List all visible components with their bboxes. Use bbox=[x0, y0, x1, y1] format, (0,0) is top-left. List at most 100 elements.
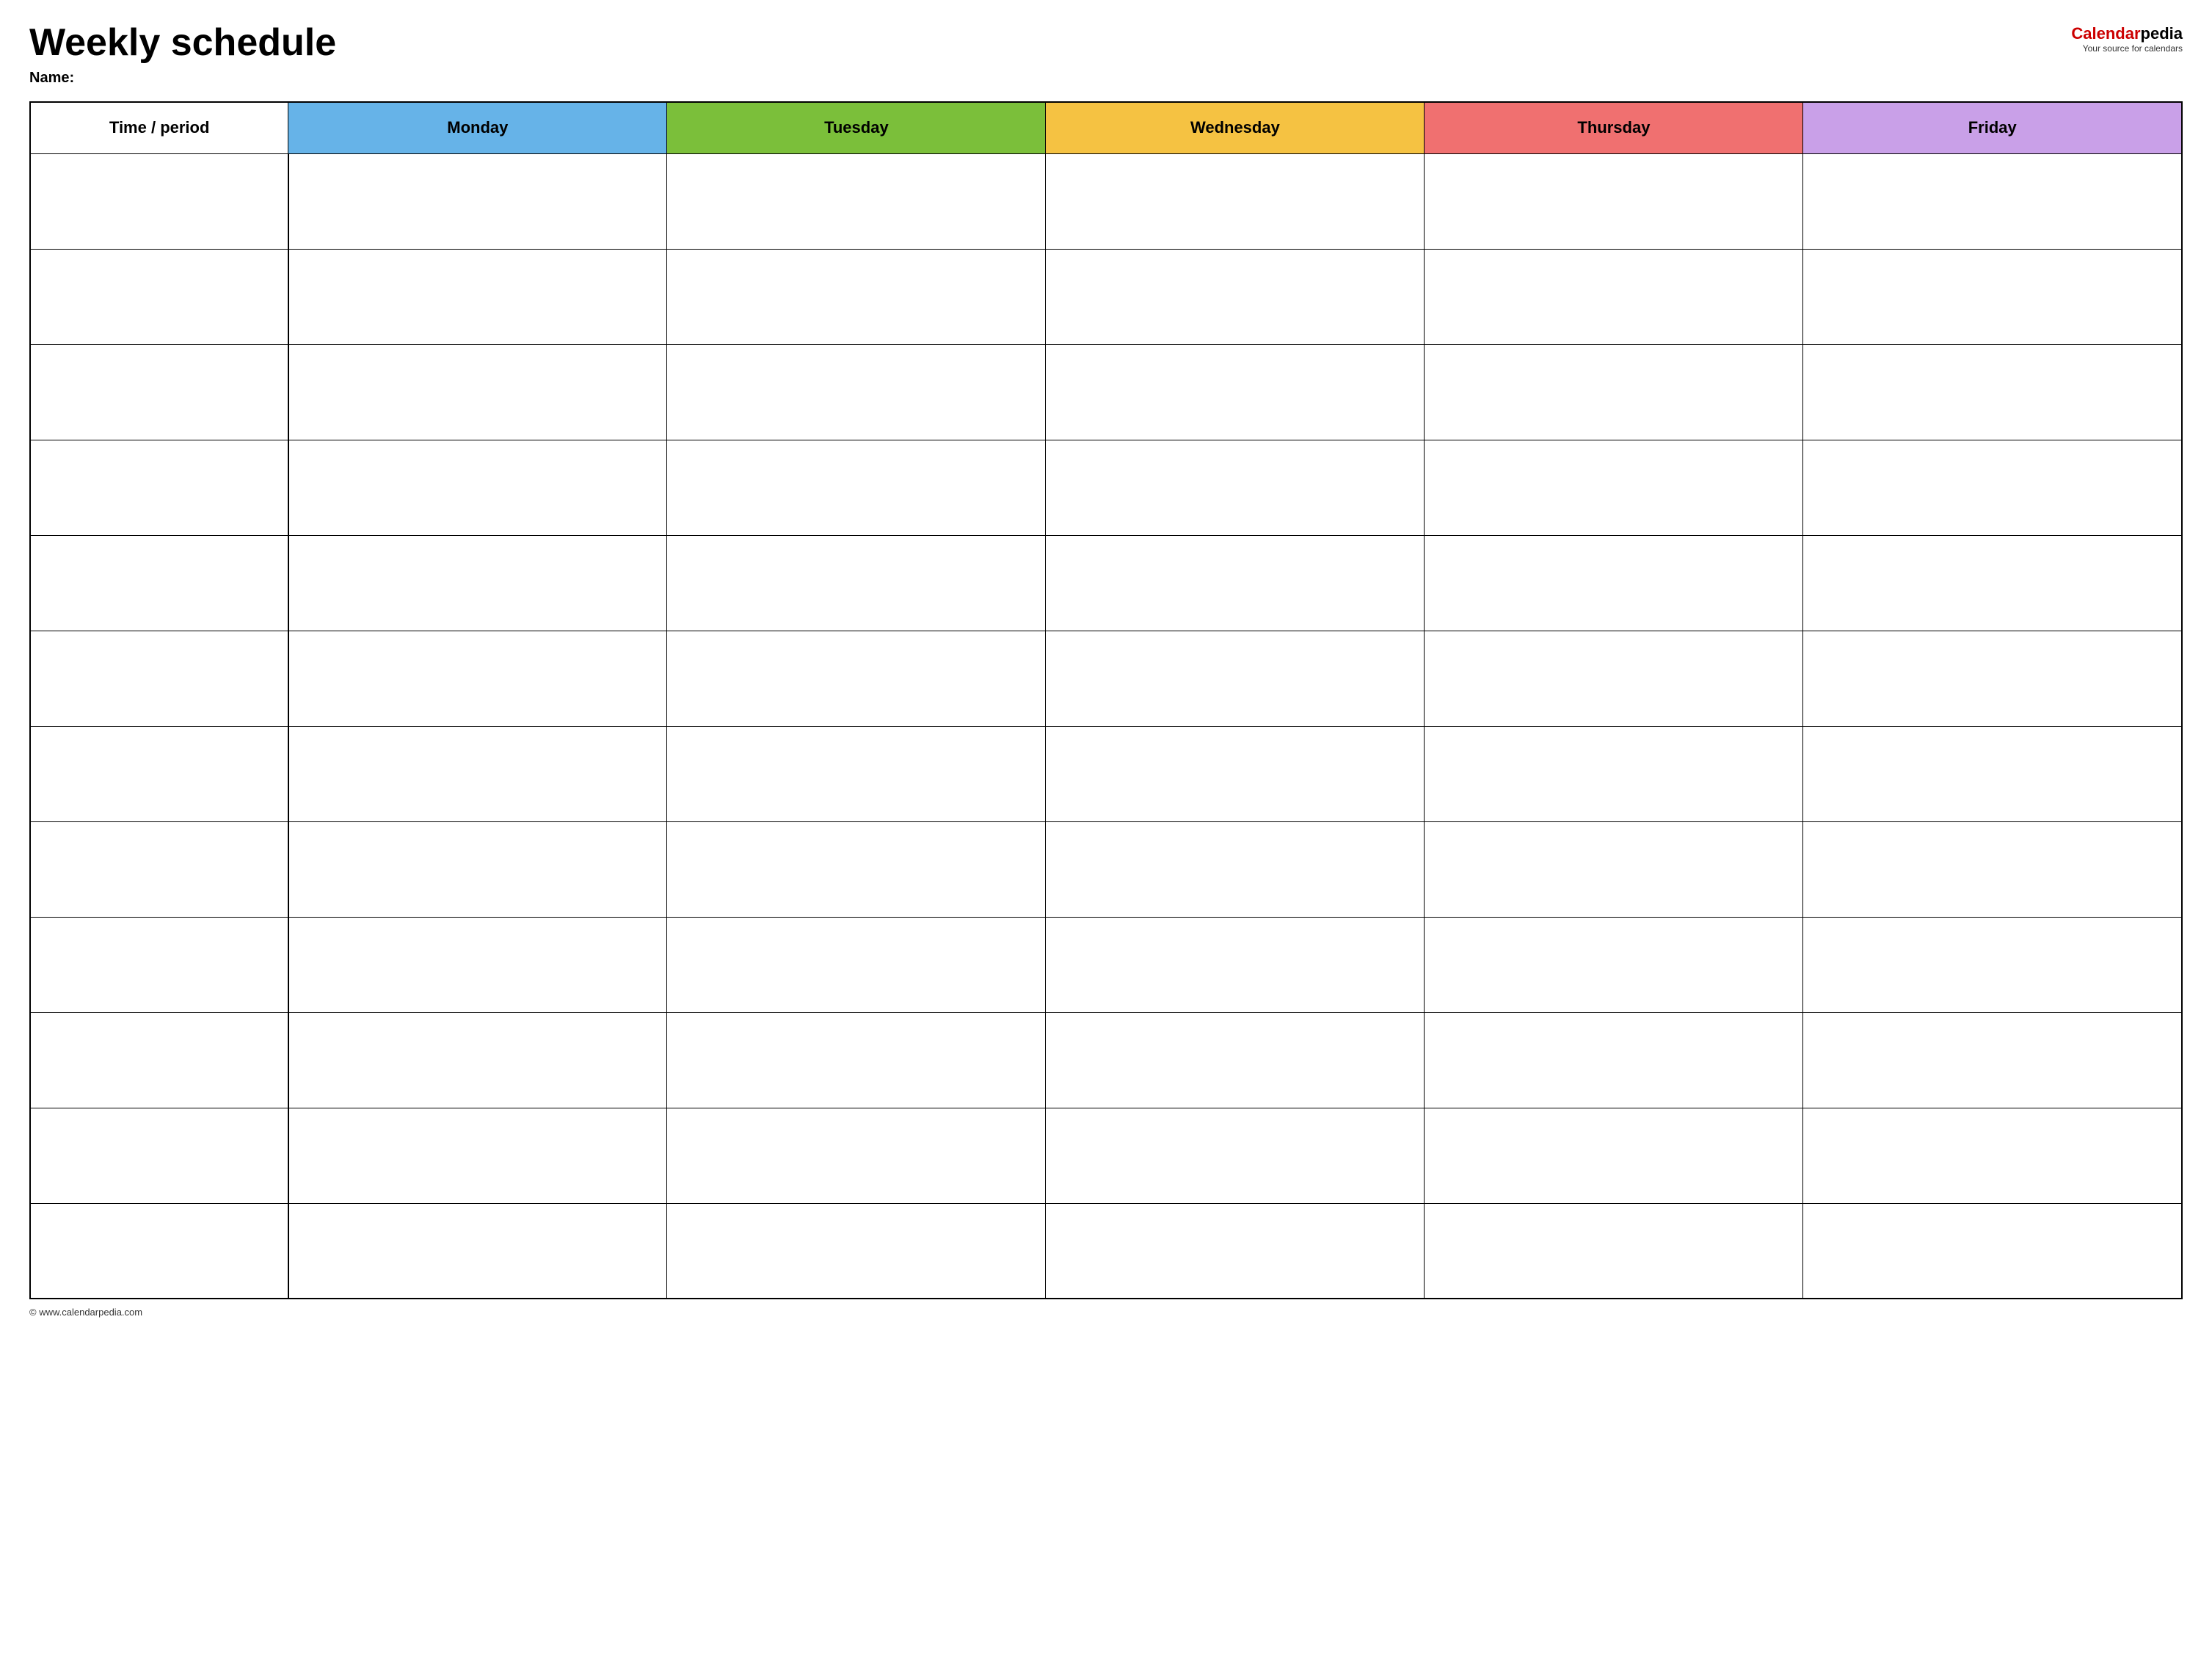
table-row bbox=[30, 153, 2182, 249]
schedule-cell[interactable] bbox=[1803, 440, 2182, 535]
schedule-cell[interactable] bbox=[1046, 1108, 1425, 1203]
logo-section: Calendarpedia Your source for calendars bbox=[2071, 22, 2183, 54]
schedule-cell[interactable] bbox=[667, 821, 1046, 917]
table-row bbox=[30, 249, 2182, 344]
table-row bbox=[30, 631, 2182, 726]
header-friday: Friday bbox=[1803, 102, 2182, 153]
schedule-cell[interactable] bbox=[1803, 821, 2182, 917]
schedule-cell[interactable] bbox=[667, 535, 1046, 631]
table-row bbox=[30, 1012, 2182, 1108]
header-time: Time / period bbox=[30, 102, 288, 153]
schedule-cell[interactable] bbox=[288, 1203, 667, 1299]
schedule-cell[interactable] bbox=[667, 1203, 1046, 1299]
schedule-cell[interactable] bbox=[667, 917, 1046, 1012]
schedule-cell[interactable] bbox=[1046, 726, 1425, 821]
table-row bbox=[30, 440, 2182, 535]
schedule-cell[interactable] bbox=[667, 1012, 1046, 1108]
table-row bbox=[30, 821, 2182, 917]
schedule-cell[interactable] bbox=[1425, 535, 1803, 631]
page-title: Weekly schedule bbox=[29, 22, 336, 64]
schedule-cell[interactable] bbox=[288, 153, 667, 249]
header-wednesday: Wednesday bbox=[1046, 102, 1425, 153]
schedule-cell[interactable] bbox=[1046, 821, 1425, 917]
time-cell[interactable] bbox=[30, 153, 288, 249]
logo-tagline: Your source for calendars bbox=[2083, 43, 2183, 54]
schedule-cell[interactable] bbox=[1803, 1203, 2182, 1299]
schedule-cell[interactable] bbox=[667, 631, 1046, 726]
footer: © www.calendarpedia.com bbox=[29, 1307, 2183, 1318]
schedule-cell[interactable] bbox=[288, 726, 667, 821]
table-row bbox=[30, 344, 2182, 440]
schedule-cell[interactable] bbox=[667, 344, 1046, 440]
schedule-table: Time / period Monday Tuesday Wednesday T… bbox=[29, 101, 2183, 1299]
schedule-cell[interactable] bbox=[667, 1108, 1046, 1203]
schedule-cell[interactable] bbox=[1046, 631, 1425, 726]
schedule-cell[interactable] bbox=[288, 535, 667, 631]
time-cell[interactable] bbox=[30, 1108, 288, 1203]
schedule-cell[interactable] bbox=[288, 631, 667, 726]
schedule-cell[interactable] bbox=[1046, 1203, 1425, 1299]
schedule-cell[interactable] bbox=[1803, 1108, 2182, 1203]
header-row: Time / period Monday Tuesday Wednesday T… bbox=[30, 102, 2182, 153]
time-cell[interactable] bbox=[30, 440, 288, 535]
header-thursday: Thursday bbox=[1425, 102, 1803, 153]
schedule-cell[interactable] bbox=[1046, 440, 1425, 535]
time-cell[interactable] bbox=[30, 917, 288, 1012]
time-cell[interactable] bbox=[30, 726, 288, 821]
schedule-cell[interactable] bbox=[288, 1108, 667, 1203]
schedule-cell[interactable] bbox=[1803, 726, 2182, 821]
schedule-cell[interactable] bbox=[1803, 1012, 2182, 1108]
schedule-cell[interactable] bbox=[667, 440, 1046, 535]
logo-pedia: pedia bbox=[2141, 24, 2183, 43]
time-cell[interactable] bbox=[30, 631, 288, 726]
schedule-cell[interactable] bbox=[1046, 1012, 1425, 1108]
schedule-cell[interactable] bbox=[1425, 1203, 1803, 1299]
schedule-cell[interactable] bbox=[1425, 631, 1803, 726]
schedule-cell[interactable] bbox=[1803, 631, 2182, 726]
schedule-cell[interactable] bbox=[1803, 535, 2182, 631]
time-cell[interactable] bbox=[30, 821, 288, 917]
schedule-cell[interactable] bbox=[1803, 153, 2182, 249]
title-section: Weekly schedule Name: bbox=[29, 22, 336, 87]
table-row bbox=[30, 1108, 2182, 1203]
time-cell[interactable] bbox=[30, 1012, 288, 1108]
logo-calendar: Calendar bbox=[2071, 24, 2140, 43]
time-cell[interactable] bbox=[30, 535, 288, 631]
schedule-cell[interactable] bbox=[1425, 153, 1803, 249]
schedule-cell[interactable] bbox=[288, 249, 667, 344]
schedule-cell[interactable] bbox=[288, 821, 667, 917]
schedule-cell[interactable] bbox=[288, 917, 667, 1012]
schedule-cell[interactable] bbox=[1425, 344, 1803, 440]
schedule-cell[interactable] bbox=[288, 1012, 667, 1108]
schedule-cell[interactable] bbox=[1425, 440, 1803, 535]
schedule-cell[interactable] bbox=[288, 344, 667, 440]
schedule-cell[interactable] bbox=[667, 249, 1046, 344]
time-cell[interactable] bbox=[30, 249, 288, 344]
schedule-cell[interactable] bbox=[1803, 344, 2182, 440]
table-row bbox=[30, 917, 2182, 1012]
schedule-cell[interactable] bbox=[667, 153, 1046, 249]
schedule-cell[interactable] bbox=[667, 726, 1046, 821]
schedule-cell[interactable] bbox=[288, 440, 667, 535]
header-area: Weekly schedule Name: Calendarpedia Your… bbox=[29, 22, 2183, 87]
schedule-cell[interactable] bbox=[1425, 1012, 1803, 1108]
footer-url: © www.calendarpedia.com bbox=[29, 1307, 142, 1318]
schedule-cell[interactable] bbox=[1046, 153, 1425, 249]
schedule-cell[interactable] bbox=[1803, 249, 2182, 344]
table-row bbox=[30, 535, 2182, 631]
header-tuesday: Tuesday bbox=[667, 102, 1046, 153]
table-row bbox=[30, 1203, 2182, 1299]
schedule-cell[interactable] bbox=[1425, 249, 1803, 344]
time-cell[interactable] bbox=[30, 344, 288, 440]
schedule-cell[interactable] bbox=[1046, 535, 1425, 631]
schedule-cell[interactable] bbox=[1425, 726, 1803, 821]
schedule-cell[interactable] bbox=[1425, 917, 1803, 1012]
schedule-cell[interactable] bbox=[1046, 249, 1425, 344]
time-cell[interactable] bbox=[30, 1203, 288, 1299]
table-row bbox=[30, 726, 2182, 821]
schedule-cell[interactable] bbox=[1803, 917, 2182, 1012]
schedule-cell[interactable] bbox=[1425, 1108, 1803, 1203]
schedule-cell[interactable] bbox=[1425, 821, 1803, 917]
schedule-cell[interactable] bbox=[1046, 917, 1425, 1012]
schedule-cell[interactable] bbox=[1046, 344, 1425, 440]
